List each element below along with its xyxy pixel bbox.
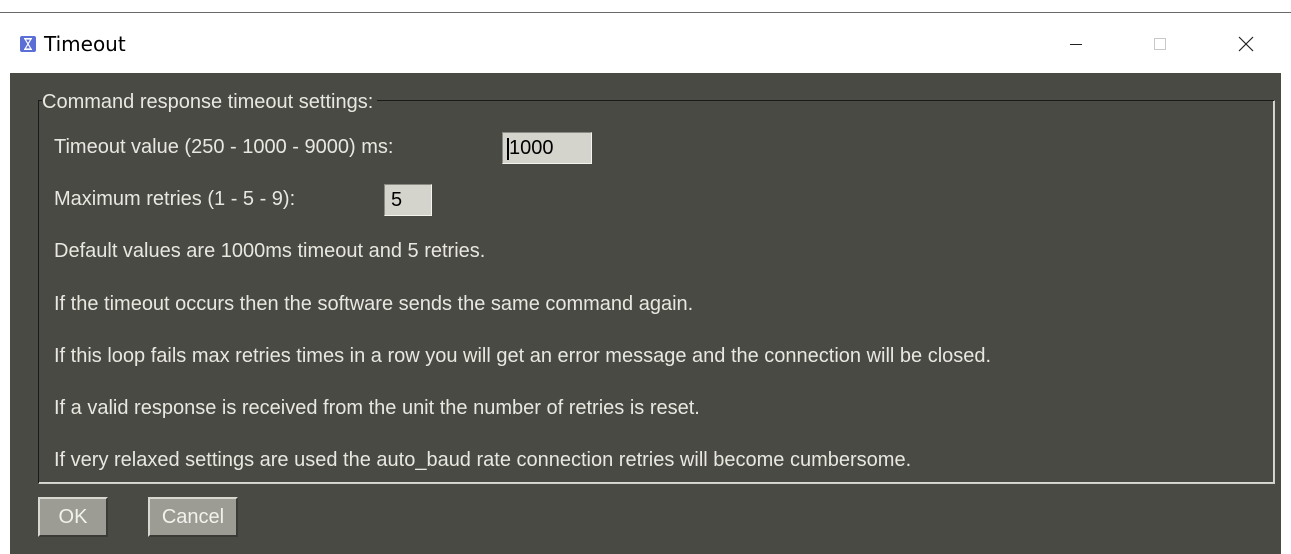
maximize-icon: [1154, 38, 1166, 50]
info-line-relaxed: If very relaxed settings are used the au…: [54, 449, 912, 471]
cancel-button[interactable]: Cancel: [148, 497, 238, 537]
max-retries-label: Maximum retries (1 - 5 - 9):: [54, 188, 296, 210]
close-button[interactable]: [1216, 26, 1276, 62]
timeout-value-input[interactable]: 1000: [502, 132, 592, 164]
max-retries-input[interactable]: 5: [384, 184, 432, 216]
info-line-loop: If this loop fails max retries times in …: [54, 345, 992, 367]
maximize-button[interactable]: [1130, 26, 1190, 62]
minimize-button[interactable]: [1046, 26, 1106, 62]
hourglass-icon: [20, 36, 36, 52]
window-title: Timeout: [44, 32, 126, 56]
dialog-client-area: Command response timeout settings: Timeo…: [10, 73, 1281, 554]
minimize-icon: [1070, 44, 1082, 45]
text-caret: [507, 138, 509, 160]
timeout-dialog: Timeout Command response timeout setting…: [0, 0, 1291, 554]
max-retries-text: 5: [391, 189, 403, 211]
title-bar[interactable]: Timeout: [0, 13, 1291, 73]
close-icon: [1238, 36, 1254, 52]
info-line-reset: If a valid response is received from the…: [54, 397, 700, 419]
ok-button[interactable]: OK: [38, 497, 108, 537]
timeout-value-text: 1000: [509, 137, 554, 159]
timeout-value-label: Timeout value (250 - 1000 - 9000) ms:: [54, 136, 394, 158]
group-title: Command response timeout settings:: [42, 91, 378, 113]
info-line-default: Default values are 1000ms timeout and 5 …: [54, 240, 486, 262]
info-line-timeout: If the timeout occurs then the software …: [54, 293, 694, 315]
